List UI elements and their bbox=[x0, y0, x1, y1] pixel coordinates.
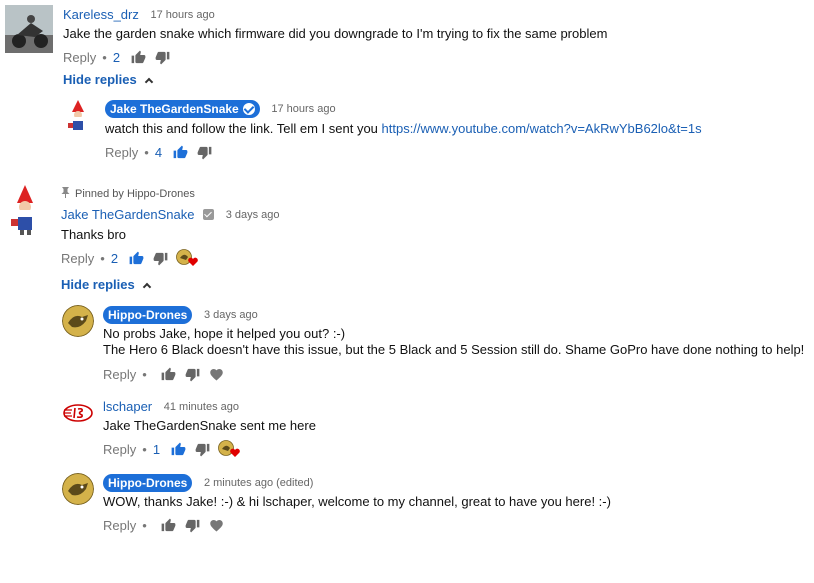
reply-button[interactable]: Reply bbox=[103, 442, 136, 457]
creator-heart-icon bbox=[176, 249, 198, 267]
comment-text: Jake the garden snake which firmware did… bbox=[63, 26, 608, 41]
comment-timestamp[interactable]: 17 hours ago bbox=[271, 103, 335, 115]
thumb-up-icon[interactable] bbox=[172, 144, 188, 160]
thumb-down-icon[interactable] bbox=[194, 441, 210, 457]
comment-text: WOW, thanks Jake! :-) & hi lschaper, wel… bbox=[103, 494, 611, 509]
hide-replies-label: Hide replies bbox=[61, 277, 135, 292]
comment-author[interactable]: lschaper bbox=[103, 399, 152, 414]
chevron-up-icon bbox=[142, 282, 151, 291]
thumb-down-icon[interactable] bbox=[185, 517, 201, 533]
comment-timestamp[interactable]: 41 minutes ago bbox=[164, 401, 239, 413]
hide-replies-label: Hide replies bbox=[63, 72, 137, 87]
comment-timestamp[interactable]: 3 days ago bbox=[204, 309, 258, 321]
video-link[interactable]: https://www.youtube.com/watch?v=AkRwYbB6… bbox=[382, 121, 702, 136]
reply-button[interactable]: Reply bbox=[103, 367, 136, 382]
comment-text-line2: The Hero 6 Black doesn't have this issue… bbox=[103, 342, 805, 357]
like-count: 2 bbox=[110, 250, 119, 266]
reply-button[interactable]: Reply bbox=[61, 251, 94, 266]
channel-owner-badge[interactable]: Jake TheGardenSnake bbox=[105, 100, 260, 118]
verified-icon bbox=[242, 103, 255, 115]
comment-text: Jake TheGardenSnake sent me here bbox=[103, 418, 316, 433]
avatar[interactable] bbox=[8, 185, 42, 235]
creator-heart-icon bbox=[218, 440, 240, 458]
comment-author: Hippo-Drones bbox=[108, 476, 188, 490]
reply-button[interactable]: Reply bbox=[63, 50, 96, 65]
pinned-label: Pinned by Hippo-Drones bbox=[75, 188, 195, 200]
avatar[interactable] bbox=[5, 5, 53, 53]
like-count: 4 bbox=[154, 144, 163, 160]
like-count: 2 bbox=[112, 49, 121, 65]
reply-button[interactable]: Reply bbox=[103, 518, 136, 533]
comment-author: Jake TheGardenSnake bbox=[110, 102, 239, 116]
thumb-up-icon[interactable] bbox=[130, 49, 146, 65]
comment-text: watch this and follow the link. Tell em … bbox=[105, 121, 382, 136]
avatar[interactable] bbox=[65, 100, 91, 132]
avatar[interactable] bbox=[62, 305, 94, 337]
comment-text: Thanks bro bbox=[61, 227, 127, 242]
avatar[interactable] bbox=[62, 473, 94, 505]
like-count: 1 bbox=[152, 441, 161, 457]
heart-icon[interactable] bbox=[209, 366, 225, 382]
comment-author: Hippo-Drones bbox=[108, 308, 188, 322]
pin-icon bbox=[61, 187, 70, 201]
comment-timestamp[interactable]: 3 days ago bbox=[226, 209, 280, 221]
thumb-down-icon[interactable] bbox=[196, 144, 212, 160]
verified-icon bbox=[203, 209, 215, 221]
thumb-down-icon[interactable] bbox=[152, 250, 168, 266]
avatar[interactable] bbox=[62, 403, 94, 423]
comment-timestamp[interactable]: 17 hours ago bbox=[151, 9, 215, 21]
thumb-up-icon[interactable] bbox=[161, 366, 177, 382]
channel-owner-badge[interactable]: Hippo-Drones bbox=[103, 474, 193, 492]
comment-author[interactable]: Jake TheGardenSnake bbox=[61, 207, 194, 222]
hide-replies-button[interactable]: Hide replies bbox=[61, 277, 151, 292]
comment-text-line1: No probs Jake, hope it helped you out? :… bbox=[103, 326, 346, 341]
thumb-up-icon[interactable] bbox=[170, 441, 186, 457]
thumb-up-icon[interactable] bbox=[161, 517, 177, 533]
thumb-down-icon[interactable] bbox=[185, 366, 201, 382]
channel-owner-badge[interactable]: Hippo-Drones bbox=[103, 306, 193, 324]
comment-author[interactable]: Kareless_drz bbox=[63, 7, 139, 22]
thumb-down-icon[interactable] bbox=[154, 49, 170, 65]
heart-icon[interactable] bbox=[209, 517, 225, 533]
hide-replies-button[interactable]: Hide replies bbox=[63, 72, 153, 87]
chevron-up-icon bbox=[144, 77, 153, 86]
thumb-up-icon[interactable] bbox=[128, 250, 144, 266]
reply-button[interactable]: Reply bbox=[105, 145, 138, 160]
comment-timestamp[interactable]: 2 minutes ago (edited) bbox=[204, 477, 313, 489]
